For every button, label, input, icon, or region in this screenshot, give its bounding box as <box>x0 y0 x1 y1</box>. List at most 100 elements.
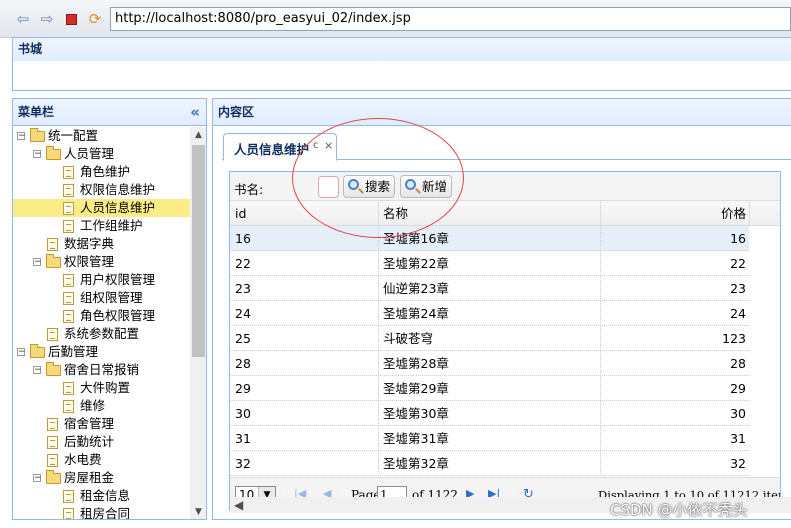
content-panel-header: 内容区 <box>213 99 791 126</box>
collapse-icon[interactable]: « <box>190 99 200 125</box>
cell-name: 圣墟第22章 <box>383 256 449 271</box>
cell-name: 圣墟第24章 <box>383 306 449 321</box>
tree-node-label: 权限管理 <box>64 254 115 269</box>
cell-name: 仙逆第23章 <box>383 281 449 296</box>
tree-node-label: 人员信息维护 <box>80 200 156 215</box>
tree-node-label: 水电费 <box>64 452 102 467</box>
table-row[interactable]: 22 圣墟第22章 22 <box>230 251 749 276</box>
content-panel-title: 内容区 <box>218 105 255 119</box>
tree-node-label: 维修 <box>80 398 106 413</box>
cell-id: 30 <box>235 406 251 421</box>
tree-node[interactable]: 角色维护 <box>13 163 190 181</box>
cell-name: 圣墟第28章 <box>383 356 449 371</box>
tree-node[interactable]: 后勤统计 <box>13 433 190 451</box>
file-icon <box>63 166 74 179</box>
file-icon <box>47 418 58 431</box>
cell-price: 16 <box>730 231 746 246</box>
tree-node[interactable]: 数据字典 <box>13 235 190 253</box>
tree-node-label: 大件购置 <box>80 380 131 395</box>
collapse-toggle-icon[interactable]: − <box>33 474 42 483</box>
folder-icon <box>46 146 61 160</box>
tree-node[interactable]: − 统一配置 <box>13 127 190 145</box>
tree-node[interactable]: 角色权限管理 <box>13 307 190 325</box>
cell-price: 123 <box>722 331 746 346</box>
tree-node[interactable]: 大件购置 <box>13 379 190 397</box>
menu-panel: 菜单栏 « − 统一配置 − 人员管理 角色维护 权限信息维护 人员信息维护 工作组维护数据字… <box>12 98 207 520</box>
forward-arrow-icon[interactable]: ⇨ <box>38 10 56 28</box>
collapse-toggle-icon[interactable]: − <box>33 366 42 375</box>
folder-icon <box>46 254 61 268</box>
annotation-circle <box>292 118 464 238</box>
datagrid: 书名: 搜索 新增 id 名称 价格 16 圣墟第16章 16 22 圣墟第22章 22 2… <box>229 171 781 511</box>
tree-node[interactable]: − 后勤管理 <box>13 343 190 361</box>
file-icon <box>63 184 74 197</box>
grid-body: 16 圣墟第16章 16 22 圣墟第22章 22 23 仙逆第23章 23 24 圣墟第24章 24… <box>230 226 749 476</box>
scrollbar-thumb[interactable] <box>192 145 205 357</box>
tree-node[interactable]: 系统参数配置 <box>13 325 190 343</box>
table-row[interactable]: 29 圣墟第29章 29 <box>230 376 749 401</box>
table-row[interactable]: 30 圣墟第30章 30 <box>230 401 749 426</box>
tree-node-label: 系统参数配置 <box>64 326 140 341</box>
refresh-icon[interactable]: ⟳ <box>86 10 104 28</box>
tree-node[interactable]: − 房屋租金 <box>13 469 190 487</box>
tree-node[interactable]: 租房合同 <box>13 505 190 519</box>
file-icon <box>63 508 74 519</box>
folder-icon <box>30 128 45 142</box>
collapse-toggle-icon[interactable]: − <box>33 150 42 159</box>
file-icon <box>63 202 74 215</box>
tree-node[interactable]: 权限信息维护 <box>13 181 190 199</box>
cell-price: 29 <box>730 381 746 396</box>
table-row[interactable]: 16 圣墟第16章 16 <box>230 226 749 251</box>
collapse-toggle-icon[interactable]: − <box>17 348 26 357</box>
scroll-up-icon[interactable]: ▲ <box>190 127 206 144</box>
table-row[interactable]: 25 斗破苍穹 123 <box>230 326 749 351</box>
file-icon <box>63 220 74 233</box>
tree-node[interactable]: 维修 <box>13 397 190 415</box>
scroll-down-icon[interactable]: ▼ <box>190 504 206 519</box>
column-header-id[interactable]: id <box>235 201 246 226</box>
tree-node-label: 工作组维护 <box>80 218 143 233</box>
table-row[interactable]: 28 圣墟第28章 28 <box>230 351 749 376</box>
stop-icon[interactable] <box>62 10 80 28</box>
cell-name: 圣墟第31章 <box>383 431 449 446</box>
tree-node[interactable]: 工作组维护 <box>13 217 190 235</box>
address-bar[interactable]: http://localhost:8080/pro_easyui_02/inde… <box>110 7 791 31</box>
tree-node-label: 宿舍日常报销 <box>64 362 140 377</box>
file-icon <box>47 328 58 341</box>
tree-node[interactable]: − 权限管理 <box>13 253 190 271</box>
table-row[interactable]: 24 圣墟第24章 24 <box>230 301 749 326</box>
menu-panel-header: 菜单栏 « <box>13 99 206 126</box>
tree-node[interactable]: 用户权限管理 <box>13 271 190 289</box>
search-label: 书名: <box>234 182 264 197</box>
scroll-left-icon[interactable]: ◀ <box>234 497 243 513</box>
tree-node-label: 房屋租金 <box>64 470 115 485</box>
tree-node[interactable]: − 宿舍日常报销 <box>13 361 190 379</box>
tree-node[interactable]: − 人员管理 <box>13 145 190 163</box>
table-row[interactable]: 32 圣墟第32章 32 <box>230 451 749 476</box>
table-row[interactable]: 31 圣墟第31章 31 <box>230 426 749 451</box>
file-icon <box>47 436 58 449</box>
cell-name: 斗破苍穹 <box>383 331 434 346</box>
table-row[interactable]: 23 仙逆第23章 23 <box>230 276 749 301</box>
menu-panel-title: 菜单栏 <box>18 105 55 119</box>
tree-node[interactable]: 人员信息维护 <box>13 199 190 217</box>
tree-node[interactable]: 水电费 <box>13 451 190 469</box>
watermark: CSDN @小依不秃头 <box>610 501 748 519</box>
tree-node-label: 用户权限管理 <box>80 272 156 287</box>
cell-id: 22 <box>235 256 251 271</box>
tree-node[interactable]: 租金信息 <box>13 487 190 505</box>
collapse-toggle-icon[interactable]: − <box>33 258 42 267</box>
cell-id: 28 <box>235 356 251 371</box>
tree-node-label: 后勤管理 <box>48 344 99 359</box>
tree-node[interactable]: 宿舍管理 <box>13 415 190 433</box>
file-icon <box>47 238 58 251</box>
tree-node-label: 组权限管理 <box>80 290 143 305</box>
tree-node-label: 后勤统计 <box>64 434 115 449</box>
menu-tree: − 统一配置 − 人员管理 角色维护 权限信息维护 人员信息维护 工作组维护数据字典 − 权限管理… <box>13 127 190 519</box>
tree-scrollbar[interactable]: ▲ ▼ <box>190 127 206 519</box>
folder-icon <box>46 362 61 376</box>
tree-node[interactable]: 组权限管理 <box>13 289 190 307</box>
column-header-price[interactable]: 价格 <box>600 201 746 226</box>
back-arrow-icon[interactable]: ⇦ <box>14 10 32 28</box>
collapse-toggle-icon[interactable]: − <box>17 132 26 141</box>
